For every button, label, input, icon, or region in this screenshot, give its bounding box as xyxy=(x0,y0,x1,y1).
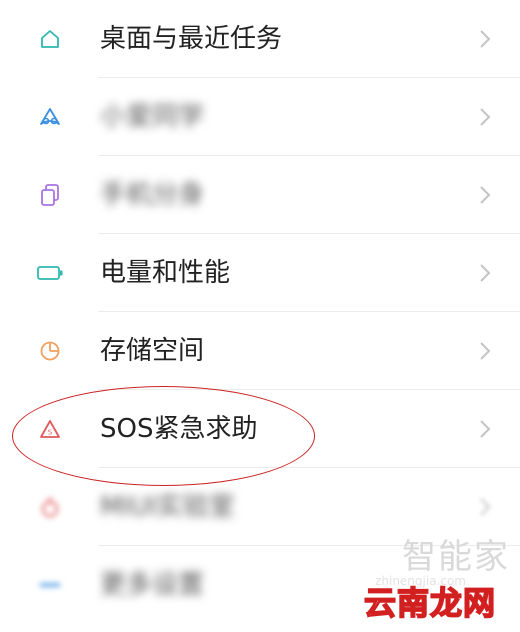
chevron-right-icon xyxy=(480,108,491,126)
dual-phone-icon xyxy=(36,183,64,207)
settings-list: 桌面与最近任务 小爱同学 手机分身 电量和性能 存储空间 S SOS紧急求助 M… xyxy=(0,0,520,600)
chevron-right-icon xyxy=(480,420,491,438)
chevron-right-icon xyxy=(480,186,491,204)
settings-item-dual-phone[interactable]: 手机分身 xyxy=(0,156,520,234)
chevron-right-icon xyxy=(480,498,491,516)
settings-item-home[interactable]: 桌面与最近任务 xyxy=(0,0,520,78)
settings-item-storage[interactable]: 存储空间 xyxy=(0,312,520,390)
watermark-logo: 智能家 xyxy=(402,537,510,577)
storage-pie-icon xyxy=(36,339,64,363)
lab-icon xyxy=(36,495,64,519)
watermark-site: 云南龙网 xyxy=(363,583,496,623)
settings-item-label: 手机分身 xyxy=(100,180,205,210)
more-icon xyxy=(36,573,64,597)
annotation-circle xyxy=(12,386,315,486)
settings-item-label: 更多设置 xyxy=(100,570,205,600)
settings-item-xiaoai[interactable]: 小爱同学 xyxy=(0,78,520,156)
chevron-right-icon xyxy=(480,342,491,360)
xiaoai-icon xyxy=(36,105,64,129)
settings-item-label: 桌面与最近任务 xyxy=(100,24,283,54)
settings-item-label: 存储空间 xyxy=(100,336,205,366)
home-icon xyxy=(36,27,64,51)
chevron-right-icon xyxy=(480,264,491,282)
chevron-right-icon xyxy=(480,30,491,48)
settings-item-label: 小爱同学 xyxy=(100,102,205,132)
settings-item-label: 电量和性能 xyxy=(100,258,231,288)
settings-item-battery[interactable]: 电量和性能 xyxy=(0,234,520,312)
battery-icon xyxy=(36,261,64,285)
